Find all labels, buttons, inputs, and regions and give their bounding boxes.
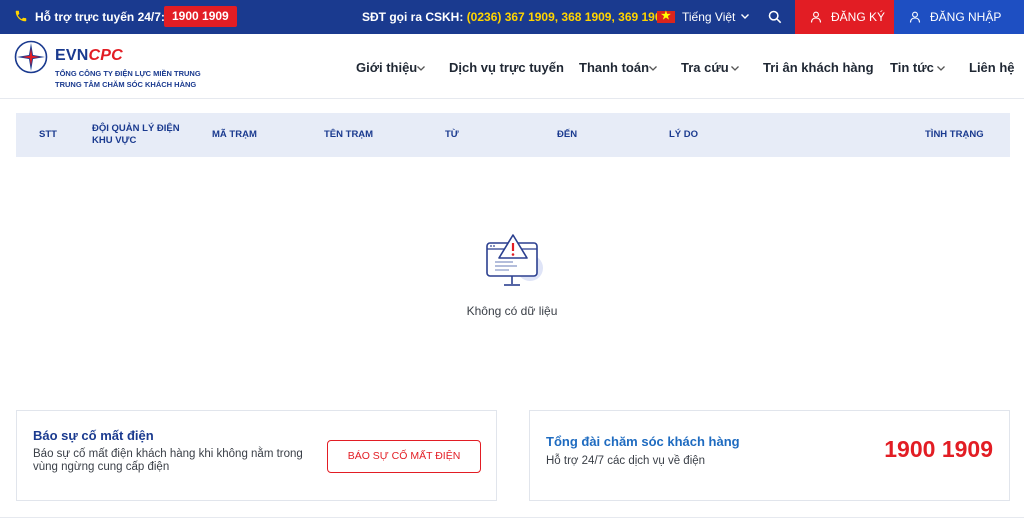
report-outage-button[interactable]: BÁO SỰ CỐ MẤT ĐIỆN bbox=[327, 440, 481, 473]
hotline-card-description: Hỗ trợ 24/7 các dịch vụ về điện bbox=[546, 455, 706, 467]
cskh-phone-text: SĐT gọi ra CSKH: (0236) 367 1909, 368 19… bbox=[362, 10, 668, 24]
column-header-den: ĐẾN bbox=[557, 129, 578, 140]
cskh-numbers: (0236) 367 1909, 368 1909, 369 1909 bbox=[466, 10, 669, 24]
language-selector[interactable]: Tiếng Việt bbox=[682, 10, 735, 24]
outage-report-card: Báo sự cố mất điện Báo sự cố mất điện kh… bbox=[16, 410, 497, 501]
nav-item-lien-he[interactable]: Liên hệ bbox=[969, 60, 1015, 75]
nav-item-tin-tuc[interactable]: Tin tức bbox=[890, 60, 934, 75]
user-icon bbox=[810, 11, 822, 23]
column-header-doi-quan-ly-line1: ĐỘI QUẢN LÝ ĐIỆN bbox=[92, 123, 180, 134]
column-header-khu-vuc: KHU VỰC bbox=[92, 135, 137, 146]
bottom-divider bbox=[0, 517, 1024, 518]
logo-subtitle-center: TRUNG TÂM CHĂM SÓC KHÁCH HÀNG bbox=[55, 80, 197, 89]
evn-logo-icon[interactable] bbox=[14, 40, 48, 74]
chevron-down-icon[interactable] bbox=[416, 63, 426, 73]
nav-item-dich-vu-truc-tuyen[interactable]: Dịch vụ trực tuyến bbox=[449, 60, 564, 75]
login-button[interactable]: ĐĂNG NHẬP bbox=[894, 0, 1024, 34]
column-header-doi-quan-ly: ĐỘI QUẢN LÝ ĐIỆN KHU VỰC bbox=[92, 123, 180, 147]
hotline-number[interactable]: 1900 1909 bbox=[884, 436, 993, 463]
login-label: ĐĂNG NHẬP bbox=[930, 10, 1002, 24]
logo-subtitle-company: TỔNG CÔNG TY ĐIỆN LỰC MIỀN TRUNG bbox=[55, 69, 201, 78]
register-button[interactable]: ĐĂNG KÝ bbox=[795, 0, 894, 34]
user-icon bbox=[909, 11, 921, 23]
warning-monitor-icon bbox=[486, 234, 543, 286]
column-header-ma-tram: MÃ TRẠM bbox=[212, 129, 257, 140]
logo-brand-evn: EVN bbox=[55, 47, 89, 64]
outage-card-title: Báo sự cố mất điện bbox=[33, 428, 154, 443]
logo-brand-cpc: CPC bbox=[88, 47, 123, 64]
chevron-down-icon[interactable] bbox=[648, 63, 658, 73]
nav-item-gioi-thieu[interactable]: Giới thiệu bbox=[356, 60, 417, 75]
nav-item-thanh-toan[interactable]: Thanh toán bbox=[579, 60, 649, 75]
column-header-ten-tram: TÊN TRẠM bbox=[324, 129, 374, 140]
chevron-down-icon[interactable] bbox=[936, 63, 946, 73]
logo-brand[interactable]: EVNCPC bbox=[55, 47, 123, 65]
column-header-ly-do: LÝ DO bbox=[669, 129, 699, 140]
empty-state-text: Không có dữ liệu bbox=[466, 304, 558, 318]
table-header: STT ĐỘI QUẢN LÝ ĐIỆN KHU VỰC MÃ TRẠM TÊN… bbox=[16, 113, 1010, 157]
column-header-tinh-trang: TÌNH TRẠNG bbox=[925, 129, 984, 140]
chevron-down-icon[interactable] bbox=[730, 63, 740, 73]
hotline-card-title: Tổng đài chăm sóc khách hàng bbox=[546, 434, 740, 449]
search-icon[interactable] bbox=[768, 10, 782, 24]
top-bar: Hỗ trợ trực tuyến 24/7: 1900 1909 SĐT gọ… bbox=[0, 0, 1024, 34]
phone-icon bbox=[15, 10, 27, 22]
hotline-badge[interactable]: 1900 1909 bbox=[164, 6, 237, 27]
column-header-tu: TỪ bbox=[445, 129, 459, 140]
register-label: ĐĂNG KÝ bbox=[831, 10, 886, 24]
cskh-label: SĐT gọi ra CSKH: bbox=[362, 10, 464, 24]
chevron-down-icon[interactable] bbox=[740, 11, 750, 21]
vietnam-flag-icon: ★ bbox=[657, 10, 675, 23]
outage-card-description: Báo sự cố mất điện khách hàng khi không … bbox=[33, 448, 303, 473]
support-label: Hỗ trợ trực tuyến 24/7: bbox=[35, 10, 165, 24]
nav-item-tra-cuu[interactable]: Tra cứu bbox=[681, 60, 729, 75]
main-header: EVNCPC TỔNG CÔNG TY ĐIỆN LỰC MIỀN TRUNG … bbox=[0, 34, 1024, 99]
nav-item-tri-an-khach-hang[interactable]: Tri ân khách hàng bbox=[763, 60, 874, 75]
column-header-stt: STT bbox=[39, 129, 57, 140]
hotline-card: Tổng đài chăm sóc khách hàng Hỗ trợ 24/7… bbox=[529, 410, 1010, 501]
